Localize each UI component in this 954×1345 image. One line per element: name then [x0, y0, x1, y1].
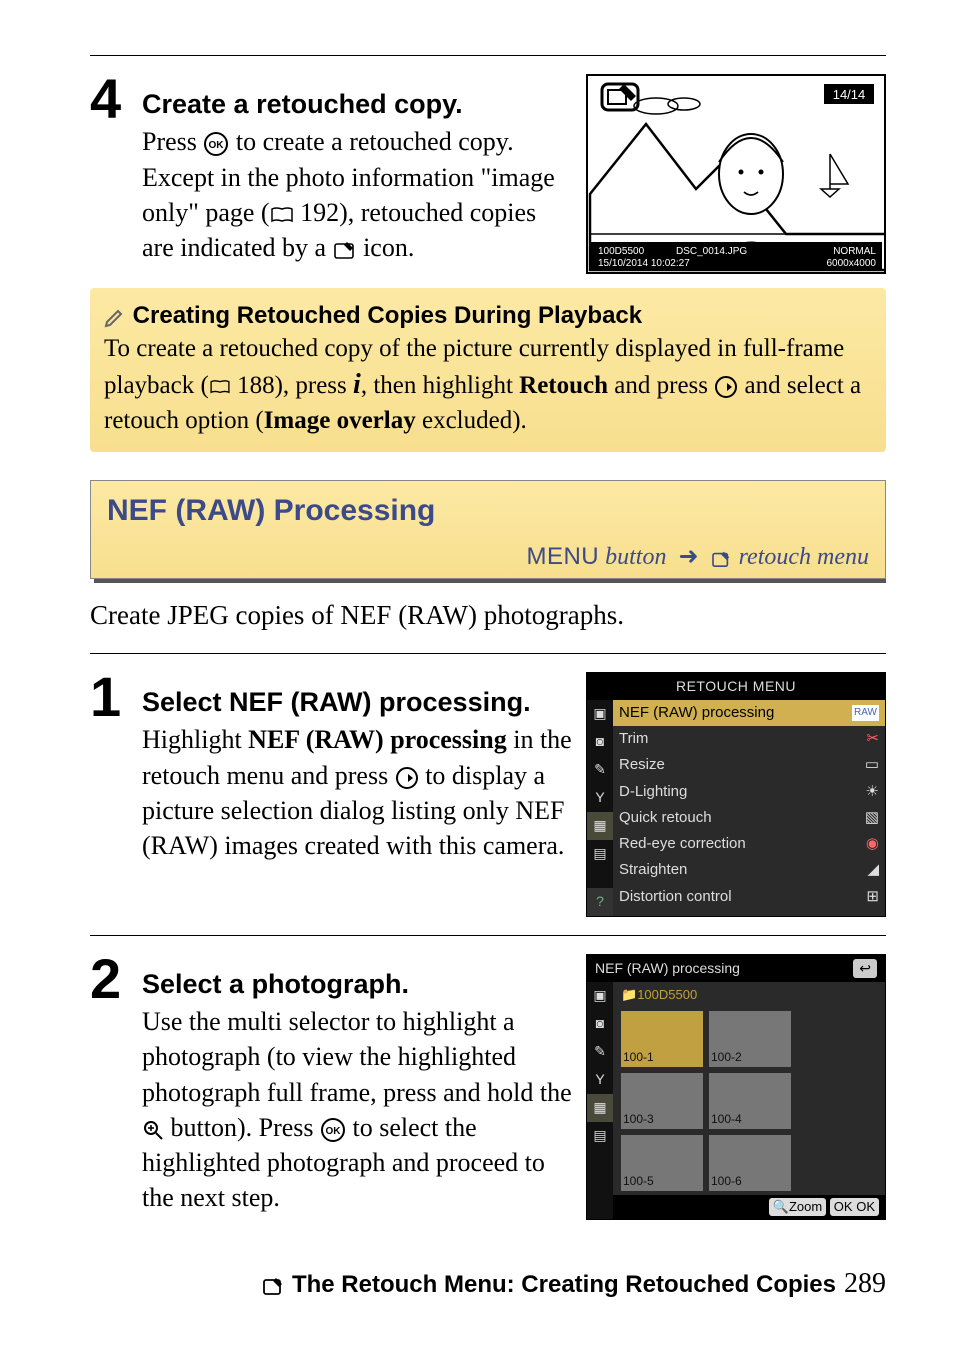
divider-step2 — [90, 935, 886, 936]
step-4-preview-image: 14/14 100D5500 DSC_0014.JPG NORMAL 15/10… — [586, 74, 886, 274]
nef-title: NEF (RAW) Processing — [107, 491, 869, 532]
thumbnail[interactable]: 100-3 — [621, 1073, 703, 1129]
svg-text:DSC_0014.JPG: DSC_0014.JPG — [676, 246, 747, 257]
book-icon — [209, 379, 231, 395]
step-4-heading: Create a retouched copy. — [142, 86, 564, 122]
tab-camera-icon: ◙ — [587, 1010, 613, 1038]
note-title: Creating Retouched Copies During Playbac… — [104, 300, 872, 332]
note-creating-retouched: Creating Retouched Copies During Playbac… — [90, 288, 886, 452]
svg-text:15/10/2014 10:02:27: 15/10/2014 10:02:27 — [598, 258, 690, 269]
nef-processing-screenshot: NEF (RAW) processing ↩ ▣ ◙ ✎ Y ▦ ▤ 📁100D… — [586, 954, 886, 1220]
svg-text:NORMAL: NORMAL — [833, 246, 876, 257]
zoom-hint: 🔍Zoom — [769, 1198, 826, 1216]
note-body: To create a retouched copy of the pictur… — [104, 332, 872, 437]
step-number: 2 — [90, 954, 128, 1220]
thumbnail-selected[interactable]: 100-1 — [621, 1011, 703, 1067]
image-counter: 14/14 — [833, 87, 866, 102]
tab-wrench-icon: Y — [587, 1066, 613, 1094]
list-item[interactable]: Resize▭ — [613, 752, 885, 778]
step-2-heading: Select a photograph. — [142, 966, 572, 1002]
list-item[interactable]: Quick retouch▧ — [613, 805, 885, 831]
ok-icon: OK — [203, 131, 229, 157]
step-4: 4 Create a retouched copy. Press OK to c… — [90, 74, 886, 274]
list-item[interactable]: NEF (RAW) processingRAW — [613, 700, 885, 726]
list-item[interactable]: Red-eye correction◉ — [613, 831, 885, 857]
svg-text:100D5500: 100D5500 — [598, 246, 645, 257]
svg-text:OK: OK — [326, 1126, 342, 1137]
tab-recent-icon: ▤ — [587, 840, 613, 868]
back-icon: ↩ — [853, 959, 877, 978]
list-item[interactable]: Distortion control⊞ — [613, 884, 885, 910]
retouch-icon — [333, 240, 357, 260]
thumbnail[interactable]: 100-6 — [709, 1135, 791, 1191]
menu-tabs: ▣ ◙ ✎ Y ▦ ▤ — [587, 982, 613, 1219]
step-number: 4 — [90, 74, 128, 274]
step-number: 1 — [90, 672, 128, 917]
ok-icon: OK — [320, 1117, 346, 1143]
book-icon — [270, 206, 294, 224]
multi-selector-right-icon — [714, 375, 738, 399]
thumbnail-grid: 100-1 100-2 100-3 100-4 100-5 100-6 — [613, 1007, 885, 1195]
step-1: 1 Select NEF (RAW) processing. Highlight… — [90, 672, 886, 917]
tab-playback-icon: ▣ — [587, 700, 613, 728]
tab-retouch-icon: ▦ — [587, 812, 613, 840]
thumbnail[interactable]: 100-2 — [709, 1011, 791, 1067]
retouch-footer-icon — [262, 1276, 286, 1296]
thumbnail[interactable]: 100-5 — [621, 1135, 703, 1191]
nef-menu-path: MENU button ➜ retouch menu — [107, 541, 869, 573]
step-1-heading: Select NEF (RAW) processing. — [142, 684, 572, 720]
svg-text:6000x4000: 6000x4000 — [827, 258, 877, 269]
page-footer: The Retouch Menu: Creating Retouched Cop… — [0, 1265, 886, 1303]
step-2-text: Use the multi selector to highlight a ph… — [142, 1004, 572, 1215]
nef-proc-footer: 🔍Zoom OK OK — [613, 1195, 885, 1219]
retouch-menu-list: NEF (RAW) processingRAW Trim✂ Resize▭ D-… — [613, 700, 885, 916]
list-item[interactable]: Trim✂ — [613, 726, 885, 752]
divider-step1 — [90, 653, 886, 654]
step-1-text: Highlight NEF (RAW) processing in the re… — [142, 722, 572, 862]
svg-text:OK: OK — [209, 140, 225, 151]
tab-pencil-icon: ✎ — [587, 756, 613, 784]
step-4-text: Press OK to create a retouched copy. Exc… — [142, 124, 564, 264]
folder-label: 📁100D5500 — [613, 982, 885, 1008]
step-2: 2 Select a photograph. Use the multi sel… — [90, 954, 886, 1220]
magnify-plus-icon — [142, 1119, 164, 1141]
nef-section-header: NEF (RAW) Processing MENU button ➜ retou… — [90, 480, 886, 579]
thumbnail[interactable]: 100-4 — [709, 1073, 791, 1129]
menu-tabs: ▣ ◙ ✎ Y ▦ ▤ ? — [587, 700, 613, 916]
tab-wrench-icon: Y — [587, 784, 613, 812]
multi-selector-right-icon — [395, 766, 419, 790]
tab-help-icon: ? — [587, 888, 613, 916]
pencil-note-icon — [104, 306, 126, 328]
tab-playback-icon: ▣ — [587, 982, 613, 1010]
nef-intro: Create JPEG copies of NEF (RAW) photogra… — [90, 597, 886, 633]
retouch-menu-screenshot: RETOUCH MENU ▣ ◙ ✎ Y ▦ ▤ ? NEF (RAW) pro… — [586, 672, 886, 917]
tab-camera-icon: ◙ — [587, 728, 613, 756]
nef-proc-title: NEF (RAW) processing — [595, 959, 740, 978]
divider-top — [90, 55, 886, 56]
i-button-icon: i — [353, 369, 361, 400]
list-item[interactable]: Straighten◢ — [613, 857, 885, 883]
retouch-menu-title: RETOUCH MENU — [587, 673, 885, 700]
tab-recent-icon: ▤ — [587, 1122, 613, 1150]
tab-pencil-icon: ✎ — [587, 1038, 613, 1066]
tab-retouch-icon: ▦ — [587, 1094, 613, 1122]
retouch-menu-icon — [711, 550, 733, 568]
list-item[interactable]: D-Lighting☀ — [613, 779, 885, 805]
ok-hint: OK OK — [830, 1198, 879, 1216]
